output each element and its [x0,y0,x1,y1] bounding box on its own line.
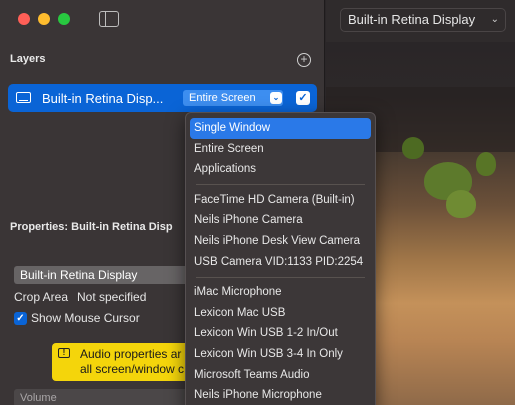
properties-title: Properties: Built-in Retina Disp [10,221,173,233]
menu-item-teams-audio[interactable]: Microsoft Teams Audio [190,365,371,386]
tree-image [476,152,496,176]
add-layer-button[interactable]: + [297,53,311,67]
capture-mode-select[interactable]: Entire Screen ⌄ [183,90,283,106]
menu-item-single-window[interactable]: Single Window [190,118,371,139]
menu-item-lexicon-mac-usb[interactable]: Lexicon Mac USB [190,303,371,324]
tree-image [446,190,476,218]
show-cursor-checkbox[interactable]: ✓ [14,312,27,325]
zoom-window-button[interactable] [58,13,70,25]
layer-label: Built-in Retina Disp... [42,91,164,106]
display-select[interactable]: Built-in Retina Display ⌄ [340,8,506,32]
sidebar-toggle-icon[interactable] [99,11,119,27]
crop-area-value[interactable]: Not specified [77,290,146,304]
show-cursor-label[interactable]: Show Mouse Cursor [31,311,140,325]
layer-row-selected[interactable]: Built-in Retina Disp... Entire Screen ⌄ … [8,84,317,112]
menu-separator [196,184,365,186]
layers-title: Layers [10,53,46,65]
menu-item-usb-camera[interactable]: USB Camera VID:1133 PID:2254 [190,252,371,273]
audio-warning-banner: ! Audio properties ar all screen/window … [52,343,202,381]
volume-slider[interactable]: Volume [14,389,194,405]
warning-line-2: all screen/window c [80,362,185,376]
menu-item-iphone-desk-view[interactable]: Neils iPhone Desk View Camera [190,231,371,252]
display-name-field[interactable]: Built-in Retina Display [14,266,194,284]
capture-mode-value: Entire Screen [189,92,256,104]
menu-item-iphone-camera[interactable]: Neils iPhone Camera [190,210,371,231]
minimize-window-button[interactable] [38,13,50,25]
tree-image [402,137,424,159]
menu-separator [196,276,365,278]
window-controls [18,13,70,25]
warning-line-1: Audio properties ar [80,347,182,361]
menu-item-iphone-microphone[interactable]: Neils iPhone Microphone [190,385,371,405]
message-alert-icon: ! [58,348,70,358]
close-window-button[interactable] [18,13,30,25]
chevron-down-icon: ⌄ [490,14,499,25]
menu-item-imac-microphone[interactable]: iMac Microphone [190,282,371,303]
capture-mode-menu: Single Window Entire Screen Applications… [185,112,376,405]
menu-item-facetime-camera[interactable]: FaceTime HD Camera (Built-in) [190,190,371,211]
menu-item-applications[interactable]: Applications [190,159,371,180]
menu-item-lexicon-win-usb-3-4[interactable]: Lexicon Win USB 3-4 In Only [190,344,371,365]
chevron-down-icon: ⌄ [270,92,282,104]
display-select-value: Built-in Retina Display [348,12,476,27]
menu-item-lexicon-win-usb-1-2[interactable]: Lexicon Win USB 1-2 In/Out [190,323,371,344]
menu-item-entire-screen[interactable]: Entire Screen [190,139,371,160]
display-icon [16,92,31,103]
layer-enabled-checkbox[interactable]: ✓ [296,91,310,105]
warning-text: Audio properties ar all screen/window c [80,347,184,377]
crop-area-label: Crop Area [14,290,69,304]
